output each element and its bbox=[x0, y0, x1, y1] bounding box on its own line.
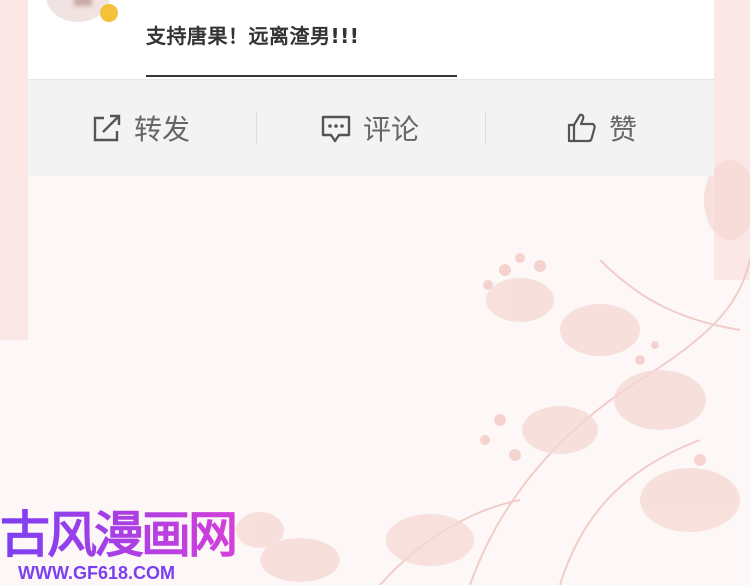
share-icon bbox=[93, 114, 121, 142]
share-button[interactable]: 转发 bbox=[90, 80, 190, 176]
like-button[interactable]: 赞 bbox=[565, 80, 637, 176]
comment-text: 支持唐果！远离渣男!!! bbox=[146, 24, 360, 48]
site-watermark: 古风漫画网 WWW.GF618.COM bbox=[0, 505, 238, 583]
like-label: 赞 bbox=[609, 113, 638, 146]
comment-underline bbox=[146, 75, 457, 77]
comment-icon bbox=[321, 115, 351, 143]
watermark-title: 古风漫画网 bbox=[0, 506, 238, 564]
divider bbox=[485, 112, 486, 144]
vip-badge-icon bbox=[100, 4, 118, 22]
share-label: 转发 bbox=[134, 113, 191, 146]
divider bbox=[256, 112, 257, 144]
thumbs-up-icon bbox=[567, 113, 596, 143]
comment-label: 评论 bbox=[363, 113, 420, 146]
comment-button[interactable]: 评论 bbox=[319, 80, 419, 176]
watermark-url: WWW.GF618.COM bbox=[18, 563, 175, 583]
action-bar: 转发 评论 赞 bbox=[28, 79, 714, 176]
